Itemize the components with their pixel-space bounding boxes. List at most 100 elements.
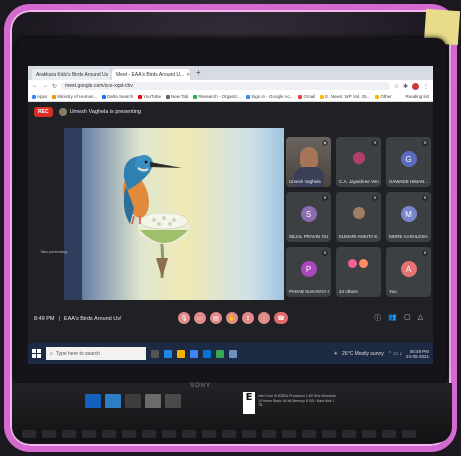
participant-tile[interactable]: ✕ C.A. Jayashree Ven...	[336, 137, 381, 187]
bookmark-item[interactable]: YouTube	[138, 94, 161, 99]
bookmark-item[interactable]: Other	[375, 94, 392, 99]
present-button[interactable]: ⇧	[242, 312, 254, 324]
info-icon[interactable]: ⓘ	[374, 313, 381, 323]
clock[interactable]: 08:49 PM 24-05-2021	[406, 349, 429, 359]
back-icon[interactable]: ←	[32, 83, 38, 89]
spec-text: Intel Core i5 8250U Processor 1.60 GHz W…	[258, 394, 336, 407]
new-tab-button[interactable]: +	[192, 68, 205, 80]
mic-off-icon: ✕	[422, 140, 428, 146]
participant-avatar: P	[300, 261, 317, 277]
tab-title: Arakkara Kids's Birds Around Us	[36, 71, 109, 78]
file-explorer-icon[interactable]	[177, 349, 185, 358]
participant-name: GAWADE HIMAN...	[389, 179, 429, 184]
meet-side-icons: ⓘ 👥 ▢ △	[374, 313, 423, 323]
participant-grid: ● Umesh Vaghela ✕ C.A. Jayashree Ven... …	[286, 137, 431, 301]
search-icon: ⌕	[50, 350, 53, 357]
participant-avatar: S	[300, 206, 317, 222]
more-options-button[interactable]: ⋮	[258, 312, 270, 324]
people-icon[interactable]: 👥	[388, 313, 397, 323]
bookmark-item[interactable]: Research - Organiz...	[193, 94, 241, 99]
windows-taskbar: ⌕ Type here to search ☀ 26°C Mostly sunn…	[28, 343, 433, 364]
mic-off-icon: ✕	[322, 250, 328, 256]
raise-hand-button[interactable]: ✋	[226, 312, 238, 324]
others-avatars	[348, 259, 368, 268]
vaio-sticker	[125, 394, 141, 408]
laptop-brand: SONY	[190, 383, 212, 389]
extensions-icon[interactable]: ✱	[403, 83, 408, 90]
kingfisher-image	[64, 128, 190, 300]
participant-tile[interactable]: ● Umesh Vaghela	[286, 137, 331, 187]
weather-text[interactable]: 26°C Mostly sunny	[342, 351, 384, 357]
meet-controls: 8:49 PM | EAA's Birds Around Us! 🎙 ▭ ▤ ✋…	[28, 308, 433, 330]
participant-avatar: A	[400, 261, 417, 277]
camera-button[interactable]: ▭	[194, 312, 206, 324]
participant-name: SEJAL PRAVIN GU...	[289, 234, 329, 239]
meet-header: REC Umesh Vaghela is presenting	[34, 107, 141, 117]
spec-sticker	[145, 394, 161, 408]
menu-icon[interactable]: ⋮	[423, 83, 429, 90]
star-icon[interactable]: ☆	[394, 83, 399, 90]
mail-icon[interactable]	[203, 349, 211, 358]
participant-tile[interactable]: G ✕ GAWADE HIMAN...	[386, 137, 431, 187]
reload-icon[interactable]: ↻	[52, 83, 57, 90]
chat-icon[interactable]: ▢	[404, 313, 411, 323]
presenter-avatar	[58, 108, 67, 116]
mic-off-icon: ✕	[372, 140, 378, 146]
end-call-button[interactable]: ☎	[274, 312, 288, 324]
participant-avatar	[352, 152, 365, 164]
bookmark-item[interactable]: New Tab	[165, 94, 188, 99]
meeting-info: 8:49 PM | EAA's Birds Around Us!	[34, 316, 122, 322]
participant-tile[interactable]: P ✕ PARAB SUKANYA S...	[286, 247, 331, 297]
participant-avatar	[352, 207, 365, 219]
windows-start-icon[interactable]	[32, 349, 41, 358]
mic-off-icon: ✕	[422, 195, 428, 201]
bookmark-item[interactable]: Ministry of Human...	[52, 94, 97, 99]
profile-avatar[interactable]	[412, 82, 419, 90]
participant-name: PARAB SUKANYA S...	[289, 289, 329, 294]
presentation-slide	[64, 128, 284, 300]
store-icon[interactable]	[190, 349, 198, 358]
captions-button[interactable]: ▤	[210, 312, 222, 324]
presenter-chip: Umesh Vaghela is presenting	[58, 108, 142, 116]
bookmark-item[interactable]: Apps	[32, 94, 47, 99]
system-tray: ☀ 26°C Mostly sunny ⌃ ▭ ♪ 08:49 PM 24-05…	[334, 349, 429, 359]
bookmark-item[interactable]: Gmail	[298, 94, 315, 99]
side-label: Tata presenting	[40, 249, 68, 254]
tray-icons[interactable]: ⌃ ▭ ♪	[388, 351, 402, 357]
edge-icon[interactable]	[164, 349, 172, 358]
participant-tile[interactable]: S ✕ SEJAL PRAVIN GU...	[286, 192, 331, 242]
forward-icon[interactable]: →	[42, 83, 48, 89]
laptop-screen: Arakkara Kids's Birds Around Us ✕ Meet -…	[28, 66, 433, 364]
browser-tab-active[interactable]: Meet - EAA's Birds Around U... ✕	[112, 69, 190, 80]
mic-button[interactable]: 🎙	[178, 312, 190, 324]
presenting-text: Umesh Vaghela is presenting	[69, 109, 142, 115]
participant-tile[interactable]: ✕ KUMARI ANKITA E...	[336, 192, 381, 242]
bookmark-item[interactable]: E. News: WP Vol. 25...	[320, 94, 370, 99]
intel-sticker	[105, 394, 121, 408]
browser-tab-strip: Arakkara Kids's Birds Around Us ✕ Meet -…	[28, 66, 433, 80]
reading-list[interactable]: Reading list	[405, 94, 429, 99]
app-icon[interactable]	[229, 349, 237, 358]
participant-avatar: M	[400, 206, 417, 222]
browser-tab[interactable]: Arakkara Kids's Birds Around Us ✕	[32, 69, 110, 80]
task-view-icon[interactable]	[151, 349, 159, 358]
taskbar-search[interactable]: ⌕ Type here to search	[46, 347, 146, 360]
participant-name: You	[389, 289, 397, 294]
spec-sticker	[165, 394, 181, 408]
bookmark-item[interactable]: Sign in - Google Ac...	[246, 94, 293, 99]
search-placeholder: Type here to search	[55, 350, 101, 357]
others-tile[interactable]: 44 others	[336, 247, 381, 297]
self-tile[interactable]: A ✕ You	[386, 247, 431, 297]
function-keys	[12, 430, 452, 444]
participant-tile[interactable]: M ✕ MORE AASHLESH...	[386, 192, 431, 242]
participant-name: MORE AASHLESH...	[389, 234, 429, 239]
bookmark-item[interactable]: Delta Search	[102, 94, 133, 99]
participant-name: 44 others	[339, 289, 358, 294]
url-field[interactable]: meet.google.com/zce-xqst-cbv	[61, 82, 390, 90]
close-icon[interactable]: ✕	[186, 72, 190, 78]
activities-icon[interactable]: △	[418, 313, 423, 323]
tab-title: Meet - EAA's Birds Around U...	[116, 71, 185, 78]
mic-icon: ●	[322, 140, 328, 146]
chrome-icon[interactable]	[216, 349, 224, 358]
energy-label: E	[243, 392, 255, 414]
